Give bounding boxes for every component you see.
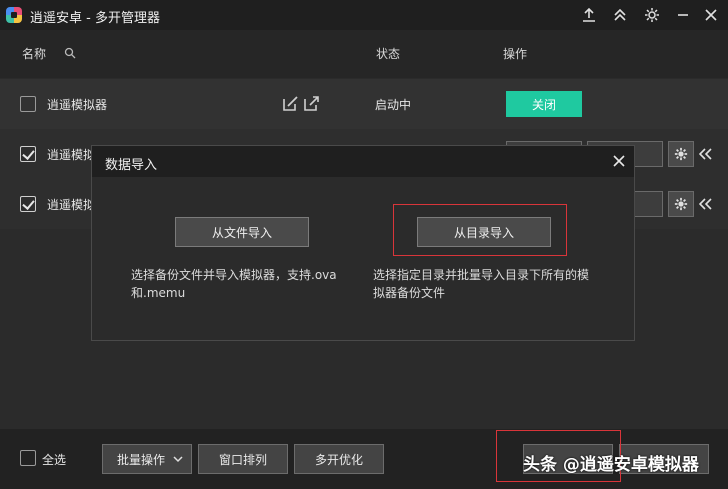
batch-operations-label: 批量操作 (117, 452, 166, 467)
select-all-label: 全选 (42, 453, 67, 467)
window-title: 逍遥安卓 - 多开管理器 (30, 11, 160, 26)
close-instance-button[interactable]: 关闭 (506, 91, 582, 117)
watermark-text: 头条 @逍遥安卓模拟器 (523, 455, 699, 475)
row-checkbox[interactable] (20, 96, 36, 112)
edit-icon[interactable] (282, 95, 299, 115)
upload-icon[interactable] (577, 3, 601, 27)
bottom-toolbar: 全选 批量操作 窗口排列 多开优化 头条 @逍遥安卓模拟器 (0, 429, 728, 489)
import-from-directory-button[interactable]: 从目录导入 (417, 217, 551, 247)
gear-icon (674, 147, 688, 161)
row-name: 逍遥模拟 (47, 148, 96, 162)
instance-settings-button[interactable] (668, 191, 694, 217)
close-icon[interactable] (612, 154, 626, 168)
list-header: 名称 状态 操作 (0, 30, 728, 78)
dialog-header: 数据导入 (92, 146, 634, 177)
gear-icon (674, 197, 688, 211)
settings-icon[interactable] (640, 3, 664, 27)
collapse-up-icon[interactable] (608, 3, 632, 27)
directory-import-description: 选择指定目录并批量导入目录下所有的模拟器备份文件 (373, 268, 590, 300)
app-logo-icon (6, 7, 22, 23)
status-column-header: 状态 (376, 47, 401, 61)
multi-optimize-button[interactable]: 多开优化 (294, 444, 384, 474)
row-name: 逍遥模拟 (47, 198, 96, 212)
title-bar: 逍遥安卓 - 多开管理器 (0, 0, 728, 30)
row-checkbox[interactable] (20, 146, 36, 162)
minimize-icon[interactable] (671, 3, 695, 27)
window-arrange-button[interactable]: 窗口排列 (198, 444, 288, 474)
action-column-header: 操作 (503, 47, 528, 61)
batch-operations-dropdown[interactable]: 批量操作 (102, 444, 192, 474)
search-icon[interactable] (64, 47, 76, 62)
open-external-icon[interactable] (303, 95, 320, 115)
select-all-checkbox[interactable] (20, 450, 36, 466)
import-from-file-button[interactable]: 从文件导入 (175, 217, 309, 247)
chevron-double-left-icon[interactable] (698, 146, 714, 162)
status-text: 启动中 (375, 98, 412, 112)
row-name: 逍遥模拟器 (47, 98, 108, 112)
chevron-double-left-icon[interactable] (698, 196, 714, 212)
row-checkbox[interactable] (20, 196, 36, 212)
instance-settings-button[interactable] (668, 141, 694, 167)
dialog-title: 数据导入 (105, 158, 158, 173)
close-icon[interactable] (699, 3, 723, 27)
name-column-header: 名称 (22, 47, 47, 61)
file-import-description: 选择备份文件并导入模拟器，支持.ova和.memu (131, 268, 337, 300)
list-item: 逍遥模拟器 启动中 关闭 (0, 79, 728, 129)
chevron-down-icon (173, 456, 183, 463)
data-import-dialog: 数据导入 从文件导入 从目录导入 选择备份文件并导入模拟器，支持.ova和.me… (91, 145, 635, 341)
